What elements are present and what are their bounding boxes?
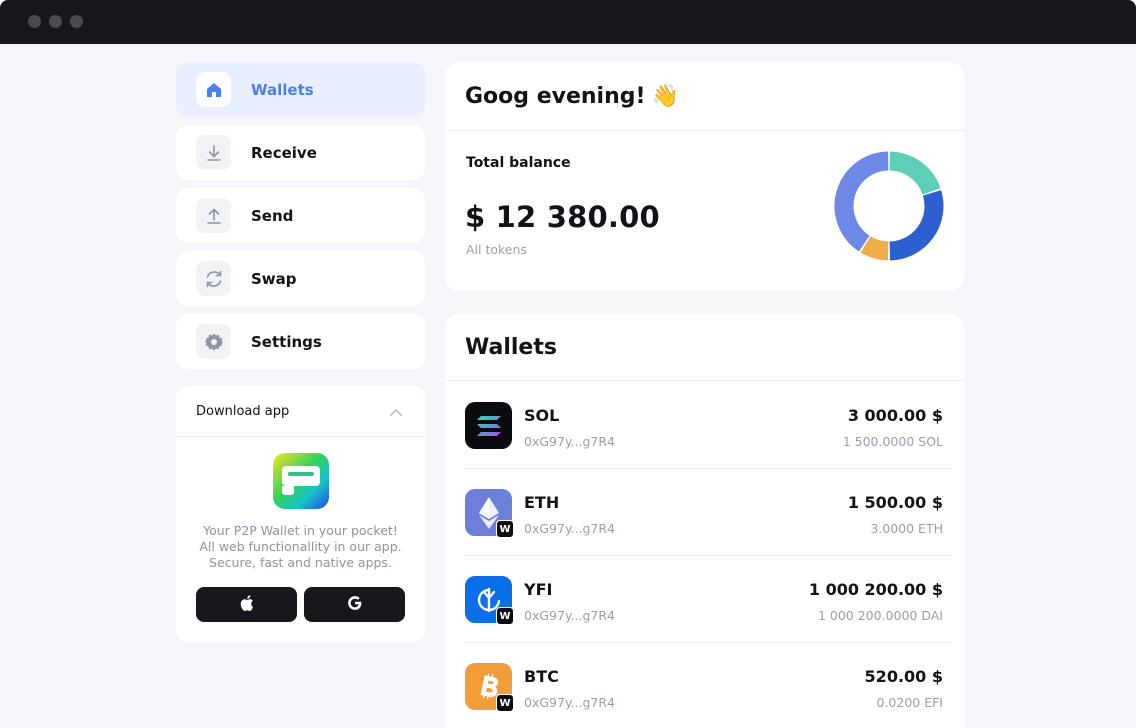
wallet-row-sol[interactable]: SOL 0xG97y...g7R4 3 000.00 $ 1 500.0000 …: [465, 382, 951, 469]
sidebar-item-wallets[interactable]: Wallets: [176, 62, 425, 117]
download-app-header[interactable]: Download app: [176, 386, 425, 437]
download-arrow-icon: [196, 135, 231, 170]
sidebar-item-label: Wallets: [251, 80, 314, 99]
home-icon: [196, 72, 231, 107]
wallet-token-amount: 0.0200 EFI: [876, 695, 944, 710]
greeting-title: Goog evening!: [465, 83, 646, 109]
wallet-row-yfi[interactable]: W YFI 0xG97y...g7R4 1 000 200.00 $ 1 000…: [465, 556, 951, 643]
apple-icon: [240, 594, 254, 615]
sidebar-item-swap[interactable]: Swap: [176, 251, 425, 306]
wallet-badge: W: [496, 607, 514, 625]
description-line: Your P2P Wallet in your pocket!: [203, 523, 398, 538]
bitcoin-icon: W: [465, 663, 514, 712]
wallet-row-eth[interactable]: W ETH 0xG97y...g7R4 1 500.00 $ 3.0000 ET…: [465, 469, 951, 556]
wallets-title: Wallets: [465, 334, 557, 360]
chevron-up-icon[interactable]: [389, 402, 403, 421]
description-line: All web functionallity in our app.: [199, 539, 402, 554]
swap-icon: [196, 261, 231, 296]
wallet-address: 0xG97y...g7R4: [524, 695, 616, 710]
wallets-header: Wallets: [445, 314, 964, 381]
app-store-button[interactable]: [196, 587, 297, 622]
donut-segment-0: [889, 151, 941, 195]
google-icon: [347, 595, 363, 615]
download-app-card: Download app Your P2P Wallet in your poc…: [176, 386, 425, 642]
wallet-fiat-value: 520.00 $: [864, 667, 943, 686]
description-line: Secure, fast and native apps.: [209, 555, 392, 570]
wallet-fiat-value: 1 000 200.00 $: [808, 580, 943, 599]
wallet-address: 0xG97y...g7R4: [524, 608, 616, 623]
solana-icon: [465, 402, 512, 449]
download-app-description: Your P2P Wallet in your pocket! All web …: [176, 523, 425, 571]
total-balance-label: Total balance: [466, 155, 571, 171]
sidebar-item-label: Receive: [251, 143, 317, 162]
sidebar-item-label: Swap: [251, 269, 297, 288]
wallet-address: 0xG97y...g7R4: [524, 521, 616, 536]
wallet-symbol: BTC: [524, 667, 559, 686]
wallet-fiat-value: 1 500.00 $: [847, 493, 943, 512]
wallet-badge: W: [496, 520, 514, 538]
balance-donut-chart: [834, 151, 944, 261]
window-close-button[interactable]: [28, 15, 41, 28]
wallet-token-amount: 1 500.0000 SOL: [842, 434, 943, 449]
download-app-title: Download app: [196, 403, 290, 419]
wallet-address: 0xG97y...g7R4: [524, 434, 616, 449]
sidebar-item-settings[interactable]: Settings: [176, 314, 425, 369]
wallet-symbol: YFI: [524, 580, 553, 599]
total-balance-subtitle: All tokens: [466, 242, 527, 257]
wallet-fiat-value: 3 000.00 $: [847, 406, 943, 425]
upload-arrow-icon: [196, 198, 231, 233]
wallet-token-amount: 1 000 200.0000 DAI: [817, 608, 943, 623]
donut-segment-3: [834, 151, 889, 252]
yearn-icon: W: [465, 576, 514, 625]
google-play-button[interactable]: [304, 587, 405, 622]
wallet-symbol: ETH: [524, 493, 560, 512]
sidebar-item-send[interactable]: Send: [176, 188, 425, 243]
app-content: Wallets Receive Send Swap Settings Downl…: [0, 44, 1136, 728]
greeting-header: Goog evening! 👋: [445, 62, 964, 131]
waving-hand-icon: 👋: [651, 83, 679, 109]
wallets-card: Wallets SOL 0xG97y...g7R4 3 000.00 $ 1 5…: [445, 314, 964, 728]
donut-segment-1: [889, 190, 944, 261]
window-titlebar: [0, 0, 1136, 44]
window-minimize-button[interactable]: [49, 15, 62, 28]
wallet-badge: W: [496, 694, 514, 712]
wallet-token-amount: 3.0000 ETH: [870, 521, 943, 536]
sidebar-item-receive[interactable]: Receive: [176, 125, 425, 180]
wallet-row-btc[interactable]: W BTC 0xG97y...g7R4 520.00 $ 0.0200 EFI: [465, 643, 951, 728]
sidebar-item-label: Send: [251, 206, 294, 225]
donut-segment-2: [860, 236, 889, 261]
total-balance-card: Goog evening! 👋 Total balance $ 12 380.0…: [445, 62, 964, 291]
gear-icon: [196, 324, 231, 359]
ethereum-icon: W: [465, 489, 514, 538]
sidebar-item-label: Settings: [251, 332, 322, 351]
app-logo: [273, 453, 329, 509]
wallet-symbol: SOL: [524, 406, 560, 425]
total-balance-amount: $ 12 380.00: [465, 200, 660, 234]
window-maximize-button[interactable]: [70, 15, 83, 28]
